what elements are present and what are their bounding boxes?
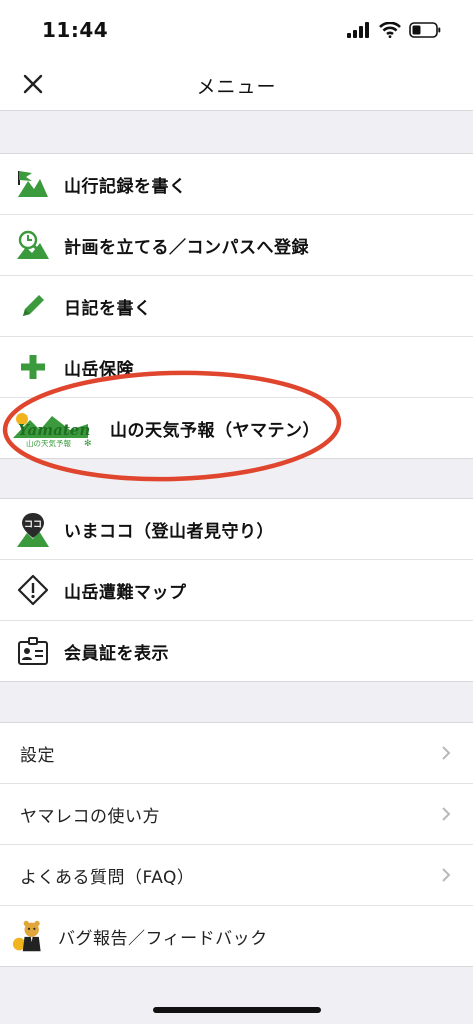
- menu-section-main: 山行記録を書く 計画を立てる／コンパスへ登録 日記を書く 山岳保険 Yamate…: [0, 153, 473, 459]
- menu-item-imakoko[interactable]: ココ いまココ（登山者見守り）: [0, 499, 473, 560]
- menu-item-accident-map[interactable]: 山岳遭難マップ: [0, 560, 473, 621]
- nav-bar: メニュー: [0, 58, 473, 111]
- menu-label: よくある質問（FAQ）: [20, 867, 195, 888]
- mountain-flag-icon: [16, 167, 50, 201]
- menu-label: バグ報告／フィードバック: [58, 928, 268, 949]
- menu-label: 会員証を表示: [64, 643, 169, 664]
- location-pin-icon: ココ: [16, 512, 50, 547]
- menu-item-write-record[interactable]: 山行記録を書く: [0, 154, 473, 215]
- plan-search-icon: [16, 228, 50, 262]
- plus-icon: [16, 350, 50, 384]
- id-card-icon: [16, 634, 50, 668]
- menu-label: 山岳保険: [64, 359, 134, 380]
- menu-item-howto[interactable]: ヤマレコの使い方: [0, 784, 473, 845]
- wifi-icon: [379, 22, 401, 38]
- pin-text: ココ: [24, 520, 42, 530]
- status-bar: 11:44: [0, 0, 473, 58]
- menu-section-safety: ココ いまココ（登山者見守り） 山岳遭難マップ 会員証を表示: [0, 498, 473, 682]
- menu-label: 山岳遭難マップ: [64, 582, 187, 603]
- menu-item-diary[interactable]: 日記を書く: [0, 276, 473, 337]
- signal-icon: [347, 22, 369, 38]
- bug-report-mascot-icon: [12, 919, 46, 953]
- menu-section-settings: 設定 ヤマレコの使い方 よくある質問（FAQ） バグ報告／フィードバック: [0, 722, 473, 967]
- menu-label: ヤマレコの使い方: [20, 806, 160, 827]
- menu-item-yamaten[interactable]: Yamaten 山の天気予報 ✻ 山の天気予報（ヤマテン）: [0, 398, 473, 458]
- menu-label: 日記を書く: [64, 298, 152, 319]
- menu-item-faq[interactable]: よくある質問（FAQ）: [0, 845, 473, 906]
- warning-diamond-icon: [16, 573, 50, 607]
- chevron-right-icon: [442, 868, 451, 882]
- yamaten-logo: Yamaten 山の天気予報 ✻: [13, 413, 92, 448]
- home-indicator[interactable]: [153, 1007, 321, 1013]
- menu-item-settings[interactable]: 設定: [0, 723, 473, 784]
- battery-icon: [409, 22, 441, 38]
- pencil-icon: [16, 289, 50, 323]
- yamaten-logo-text: Yamaten: [18, 421, 90, 439]
- menu-item-member-card[interactable]: 会員証を表示: [0, 621, 473, 681]
- menu-item-insurance[interactable]: 山岳保険: [0, 337, 473, 398]
- status-time: 11:44: [42, 18, 109, 42]
- menu-label: いまココ（登山者見守り）: [64, 521, 274, 542]
- chevron-right-icon: [442, 746, 451, 760]
- page-title: メニュー: [196, 76, 277, 98]
- status-icons: [347, 22, 441, 38]
- svg-text:✻: ✻: [84, 439, 92, 448]
- menu-item-plan[interactable]: 計画を立てる／コンパスへ登録: [0, 215, 473, 276]
- chevron-right-icon: [442, 807, 451, 821]
- yamaten-logo-subtext: 山の天気予報: [26, 438, 71, 448]
- menu-label: 山行記録を書く: [64, 176, 187, 197]
- menu-label: 山の天気予報（ヤマテン）: [110, 420, 320, 441]
- menu-label: 計画を立てる／コンパスへ登録: [64, 237, 309, 258]
- menu-label: 設定: [20, 745, 55, 766]
- menu-item-bug-report[interactable]: バグ報告／フィードバック: [0, 906, 473, 966]
